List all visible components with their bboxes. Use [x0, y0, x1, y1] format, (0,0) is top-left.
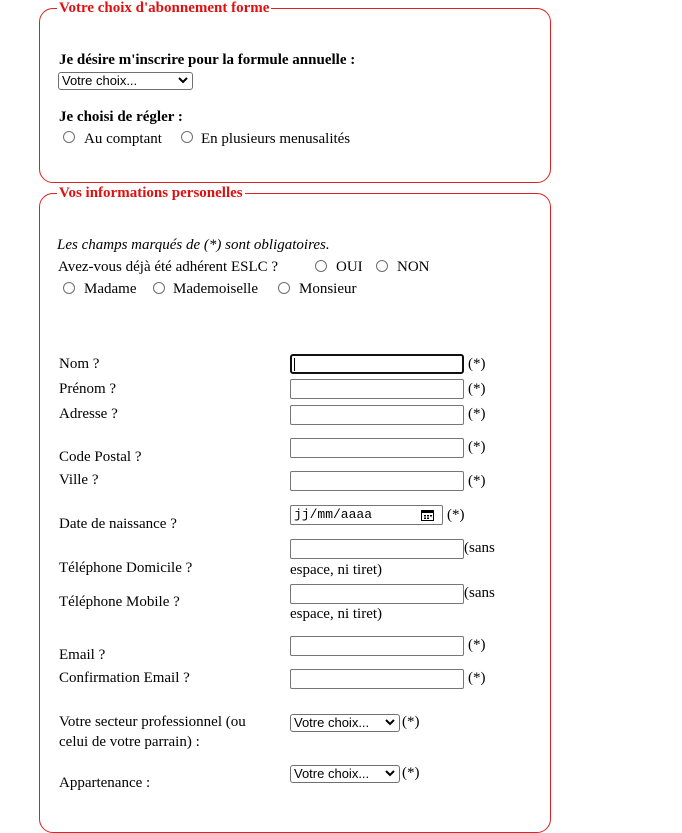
personal-legend: Vos informations personelles [57, 185, 245, 201]
secteur-required-mark: (*) [402, 714, 420, 730]
payment-label: Je choisi de régler : [59, 109, 183, 125]
chevron-down-icon [385, 719, 395, 726]
tel-mobile-hint-a: (sans [464, 585, 495, 601]
appartenance-select-value: Votre choix... [294, 766, 370, 781]
prenom-input[interactable] [290, 379, 464, 399]
nom-label: Nom ? [59, 356, 100, 372]
prenom-label: Prénom ? [59, 381, 117, 397]
date-required-mark: (*) [447, 507, 465, 523]
ville-input[interactable] [290, 471, 464, 491]
payment-installments-label: En plusieurs menusalités [201, 131, 351, 147]
appartenance-select[interactable]: Votre choix... [290, 765, 400, 783]
chevron-down-icon [178, 77, 188, 84]
nom-required-mark: (*) [468, 356, 486, 372]
formula-select[interactable]: Votre choix... [58, 72, 193, 90]
tel-mobile-label: Téléphone Mobile ? [59, 594, 180, 610]
appartenance-required-mark: (*) [402, 765, 420, 781]
adresse-label: Adresse ? [59, 406, 118, 422]
civility-mademoiselle-label: Mademoiselle [173, 281, 258, 297]
member-no-radio[interactable] [376, 260, 388, 272]
email-input[interactable] [290, 636, 464, 656]
email-required-mark: (*) [468, 637, 486, 653]
adresse-input[interactable] [290, 405, 464, 425]
member-question: Avez-vous déjà été adhérent ESLC ? [58, 259, 279, 275]
tel-mobile-input[interactable] [290, 584, 464, 604]
text-caret [294, 358, 295, 371]
tel-mobile-hint-b: espace, ni tiret) [290, 606, 383, 622]
email-confirm-required-mark: (*) [468, 670, 486, 686]
subscription-legend: Votre choix d'abonnement forme [57, 0, 272, 16]
civility-monsieur-label: Monsieur [299, 281, 357, 297]
secteur-select-value: Votre choix... [294, 715, 370, 730]
tel-domicile-input[interactable] [290, 539, 464, 559]
ville-label: Ville ? [59, 472, 99, 488]
secteur-label-line1: Votre secteur professionnel (ou [59, 714, 246, 730]
code-postal-input[interactable] [290, 438, 464, 458]
date-naissance-input[interactable]: jj/mm/aaaa [290, 505, 443, 525]
payment-installments-radio[interactable] [181, 131, 193, 143]
payment-cash-radio[interactable] [63, 131, 75, 143]
formula-label: Je désire m'inscrire pour la formule ann… [59, 52, 356, 68]
date-placeholder: jj/mm/aaaa [294, 507, 373, 522]
civility-madame-label: Madame [84, 281, 137, 297]
code-postal-label: Code Postal ? [59, 449, 142, 465]
civility-mademoiselle-radio[interactable] [153, 282, 165, 294]
prenom-required-mark: (*) [468, 381, 486, 397]
email-confirm-label: Confirmation Email ? [59, 670, 190, 686]
civility-madame-radio[interactable] [63, 282, 75, 294]
email-label: Email ? [59, 647, 106, 663]
member-yes-radio[interactable] [315, 260, 327, 272]
member-yes-label: OUI [336, 259, 363, 275]
tel-domicile-hint-a: (sans [464, 540, 495, 556]
calendar-icon[interactable] [421, 509, 434, 521]
payment-cash-label: Au comptant [84, 131, 162, 147]
required-note: Les champs marqués de (*) sont obligatoi… [57, 237, 330, 253]
date-naissance-label: Date de naissance ? [59, 516, 177, 532]
secteur-label-line2: celui de votre parrain) : [59, 734, 200, 750]
tel-domicile-hint-b: espace, ni tiret) [290, 562, 383, 578]
nom-input[interactable] [290, 354, 464, 374]
member-no-label: NON [397, 259, 430, 275]
tel-domicile-label: Téléphone Domicile ? [59, 560, 193, 576]
secteur-select[interactable]: Votre choix... [290, 714, 400, 732]
ville-required-mark: (*) [468, 473, 486, 489]
appartenance-label: Appartenance : [59, 775, 151, 791]
email-confirm-input[interactable] [290, 669, 464, 689]
civility-monsieur-radio[interactable] [278, 282, 290, 294]
chevron-down-icon [385, 770, 395, 777]
code-postal-required-mark: (*) [468, 439, 486, 455]
subscription-fieldset [39, 8, 551, 183]
formula-select-value: Votre choix... [62, 73, 138, 88]
adresse-required-mark: (*) [468, 406, 486, 422]
